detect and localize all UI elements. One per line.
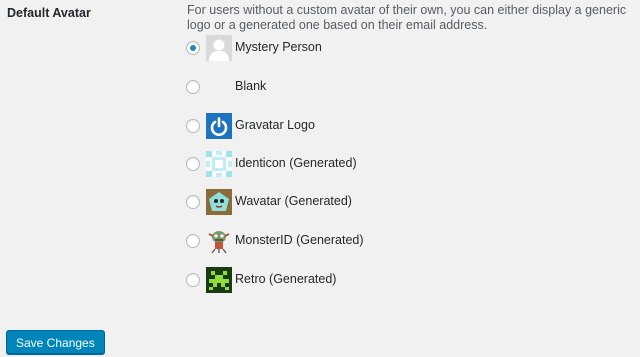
avatar-option-monsterid[interactable]: MonsterID (Generated)	[186, 228, 446, 254]
radio-gravatar-logo[interactable]	[186, 119, 200, 133]
option-label: Retro (Generated)	[235, 272, 337, 286]
default-avatar-label: Default Avatar	[7, 6, 91, 20]
monsterid-icon	[206, 228, 232, 254]
radio-blank[interactable]	[186, 80, 200, 94]
radio-retro[interactable]	[186, 273, 200, 287]
radio-identicon[interactable]	[186, 157, 200, 171]
avatar-option-gravatar-logo[interactable]: Gravatar Logo	[186, 113, 446, 139]
radio-monsterid[interactable]	[186, 234, 200, 248]
avatar-option-mystery-person[interactable]: Mystery Person	[186, 35, 446, 61]
radio-wavatar[interactable]	[186, 195, 200, 209]
blank-avatar-icon	[206, 74, 232, 100]
option-label: Identicon (Generated)	[235, 156, 357, 170]
save-changes-button[interactable]: Save Changes	[6, 330, 105, 354]
wavatar-icon	[206, 189, 232, 215]
option-label: Gravatar Logo	[235, 118, 315, 132]
avatar-option-blank[interactable]: Blank	[186, 74, 446, 100]
default-avatar-description: For users without a custom avatar of the…	[187, 3, 627, 32]
option-label: Blank	[235, 79, 267, 93]
option-label: MonsterID (Generated)	[235, 233, 364, 247]
gravatar-logo-icon	[206, 113, 232, 139]
option-label: Wavatar (Generated)	[235, 194, 352, 208]
avatar-option-wavatar[interactable]: Wavatar (Generated)	[186, 189, 446, 215]
identicon-icon	[206, 151, 232, 177]
retro-icon	[206, 267, 232, 293]
avatar-option-identicon[interactable]: Identicon (Generated)	[186, 151, 446, 177]
avatar-option-retro[interactable]: Retro (Generated)	[186, 267, 446, 293]
mystery-person-icon	[206, 35, 232, 61]
radio-mystery-person[interactable]	[186, 41, 200, 55]
option-label: Mystery Person	[235, 40, 322, 54]
